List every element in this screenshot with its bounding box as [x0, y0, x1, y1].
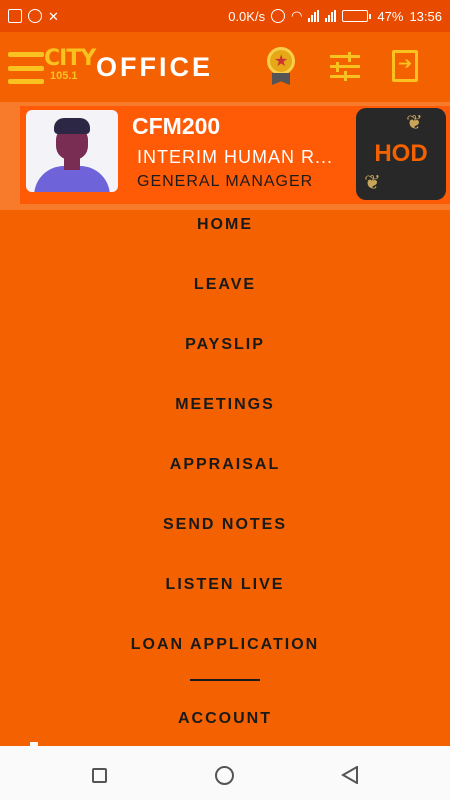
- clock: 13:56: [409, 8, 442, 24]
- status-left: ✕: [8, 9, 62, 24]
- hod-badge-text: HOD: [374, 140, 428, 167]
- network-speed: 0.0K/s: [228, 8, 266, 24]
- logout-icon[interactable]: [392, 50, 418, 82]
- menu-item-loan-application[interactable]: LOAN APPLICATION: [0, 630, 450, 660]
- whatsapp-icon: [28, 9, 42, 23]
- android-nav-bar: [0, 742, 450, 800]
- profile-role: GENERAL MANAGER: [137, 173, 314, 190]
- hod-badge: ❦ ❦ HOD: [356, 108, 446, 200]
- signal-icon-2: [325, 10, 337, 22]
- badge-icon[interactable]: [264, 47, 298, 87]
- tune-icon[interactable]: [330, 52, 360, 81]
- ornament-icon: ❦: [364, 172, 381, 194]
- app-bar: CITY 105.1 OFFICE: [0, 32, 450, 102]
- profile-department: INTERIM HUMAN R...: [137, 147, 333, 167]
- profile-code: CFM200: [132, 113, 221, 139]
- status-bar: ✕ 0.0K/s ◠ 47% 13:56: [0, 0, 450, 32]
- menu-item-appraisal[interactable]: APPRAISAL: [0, 450, 450, 480]
- signal-icon: [308, 10, 320, 22]
- recents-icon[interactable]: [92, 768, 107, 783]
- city-logo: CITY 105.1: [44, 46, 96, 86]
- menu-item-payslip[interactable]: PAYSLIP: [0, 330, 450, 360]
- alarm-icon: [271, 9, 286, 23]
- missed-call-icon: ✕: [48, 9, 59, 24]
- app-title: OFFICE: [96, 52, 213, 82]
- hamburger-menu-icon[interactable]: [8, 52, 44, 84]
- ornament-icon: ❦: [406, 112, 423, 134]
- avatar[interactable]: [26, 110, 118, 192]
- home-icon[interactable]: [215, 766, 234, 785]
- status-right: 0.0K/s ◠ 47% 13:56: [228, 8, 442, 24]
- screen-cast-icon: [8, 9, 22, 23]
- logo-frequency: 105.1: [50, 70, 78, 82]
- menu-item-listen-live[interactable]: LISTEN LIVE: [0, 570, 450, 600]
- menu-item-meetings[interactable]: MEETINGS: [0, 390, 450, 420]
- menu-item-send-notes[interactable]: SEND NOTES: [0, 510, 450, 540]
- battery-percent: 47%: [377, 8, 404, 24]
- menu-item-home[interactable]: HOME: [0, 210, 450, 240]
- battery-icon: [342, 10, 372, 22]
- menu-item-leave[interactable]: LEAVE: [0, 270, 450, 300]
- wifi-icon: ◠: [291, 8, 303, 23]
- back-icon[interactable]: [341, 766, 359, 784]
- menu-divider: [190, 679, 260, 681]
- logo-text: CITY: [44, 46, 96, 71]
- menu-item-account[interactable]: ACCOUNT: [0, 704, 450, 734]
